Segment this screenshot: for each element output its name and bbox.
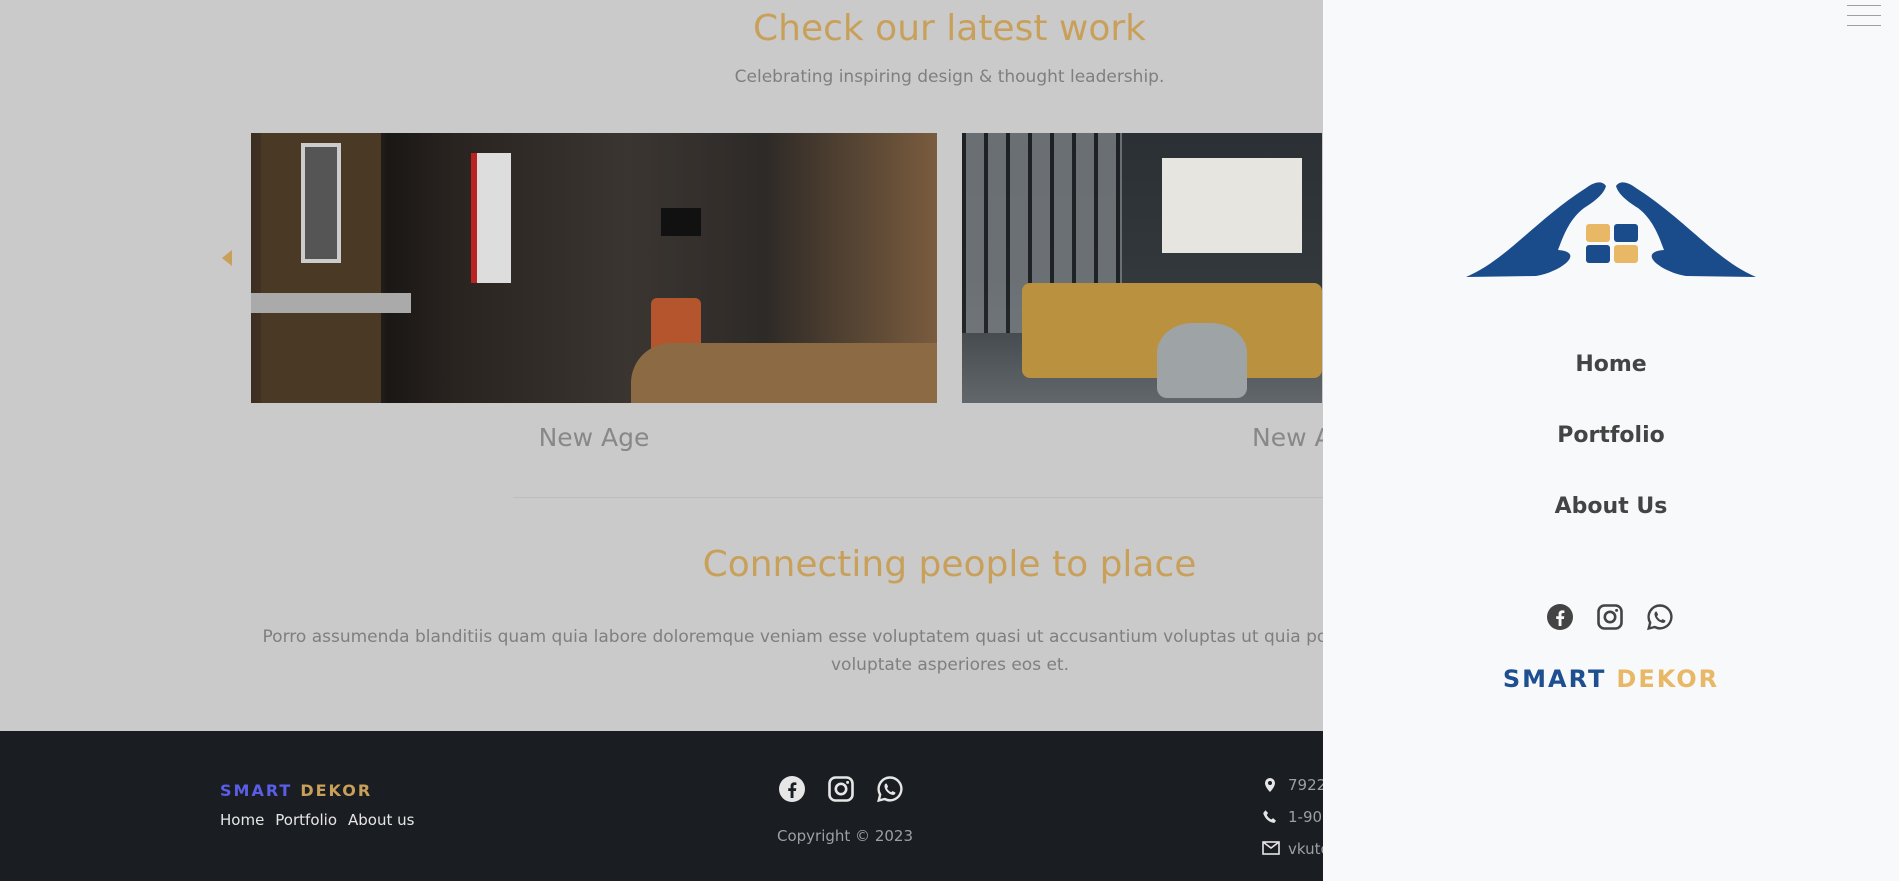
mirror	[301, 143, 341, 263]
artwork	[471, 153, 511, 283]
footer-brand-smart: SMART	[220, 781, 293, 800]
house-hands-logo[interactable]	[1466, 180, 1756, 280]
footer-link-portfolio[interactable]: Portfolio	[275, 811, 337, 829]
side-menu-portfolio[interactable]: Portfolio	[1323, 423, 1899, 494]
bed	[631, 343, 937, 403]
contact-address: 7922	[1262, 769, 1330, 801]
side-menu-about[interactable]: About Us	[1323, 494, 1899, 565]
facebook-icon[interactable]	[778, 775, 806, 803]
page: Check our latest work Celebrating inspir…	[0, 0, 1899, 881]
portfolio-image-2[interactable]	[962, 133, 1322, 403]
side-menu-brand[interactable]: SMART DEKOR	[1323, 665, 1899, 693]
map-pin-icon	[1262, 777, 1280, 793]
hamburger-menu-icon[interactable]	[1847, 5, 1881, 29]
mail-icon	[1262, 841, 1280, 857]
carousel-prev-button[interactable]	[222, 250, 232, 266]
side-menu-home[interactable]: Home	[1323, 352, 1899, 423]
footer-link-about[interactable]: About us	[348, 811, 414, 829]
side-menu-nav: Home Portfolio About Us	[1323, 352, 1899, 565]
footer-contact: 7922 1-90 vkuto	[1262, 769, 1330, 865]
portfolio-caption-1: New Age	[538, 423, 650, 452]
abstract-painting	[1162, 158, 1302, 253]
facebook-icon[interactable]	[1546, 603, 1574, 631]
footer-link-home[interactable]: Home	[220, 811, 264, 829]
footer-copyright: Copyright © 2023	[777, 827, 914, 845]
contact-phone: 1-90	[1262, 801, 1330, 833]
instagram-icon[interactable]	[1596, 603, 1624, 631]
contact-phone-text: 1-90	[1288, 808, 1323, 826]
whatsapp-icon[interactable]	[1646, 603, 1674, 631]
section-divider	[513, 497, 1393, 498]
whatsapp-icon[interactable]	[876, 775, 904, 803]
footer-nav: Home Portfolio About us	[220, 811, 414, 829]
side-menu-brand-dekor: DEKOR	[1616, 665, 1720, 693]
contact-address-text: 7922	[1288, 776, 1327, 794]
footer-brand[interactable]: SMART DEKOR	[220, 781, 372, 800]
tv	[661, 208, 701, 236]
side-menu-social	[1546, 603, 1674, 631]
armchair	[1157, 323, 1247, 398]
side-menu-brand-smart: SMART	[1502, 665, 1607, 693]
instagram-icon[interactable]	[827, 775, 855, 803]
contact-email: vkuto	[1262, 833, 1330, 865]
phone-icon	[1262, 809, 1280, 825]
vanity-counter	[251, 293, 411, 313]
portfolio-image-1[interactable]	[251, 133, 937, 403]
footer-brand-dekor: DEKOR	[300, 781, 373, 800]
footer-social	[778, 775, 904, 803]
